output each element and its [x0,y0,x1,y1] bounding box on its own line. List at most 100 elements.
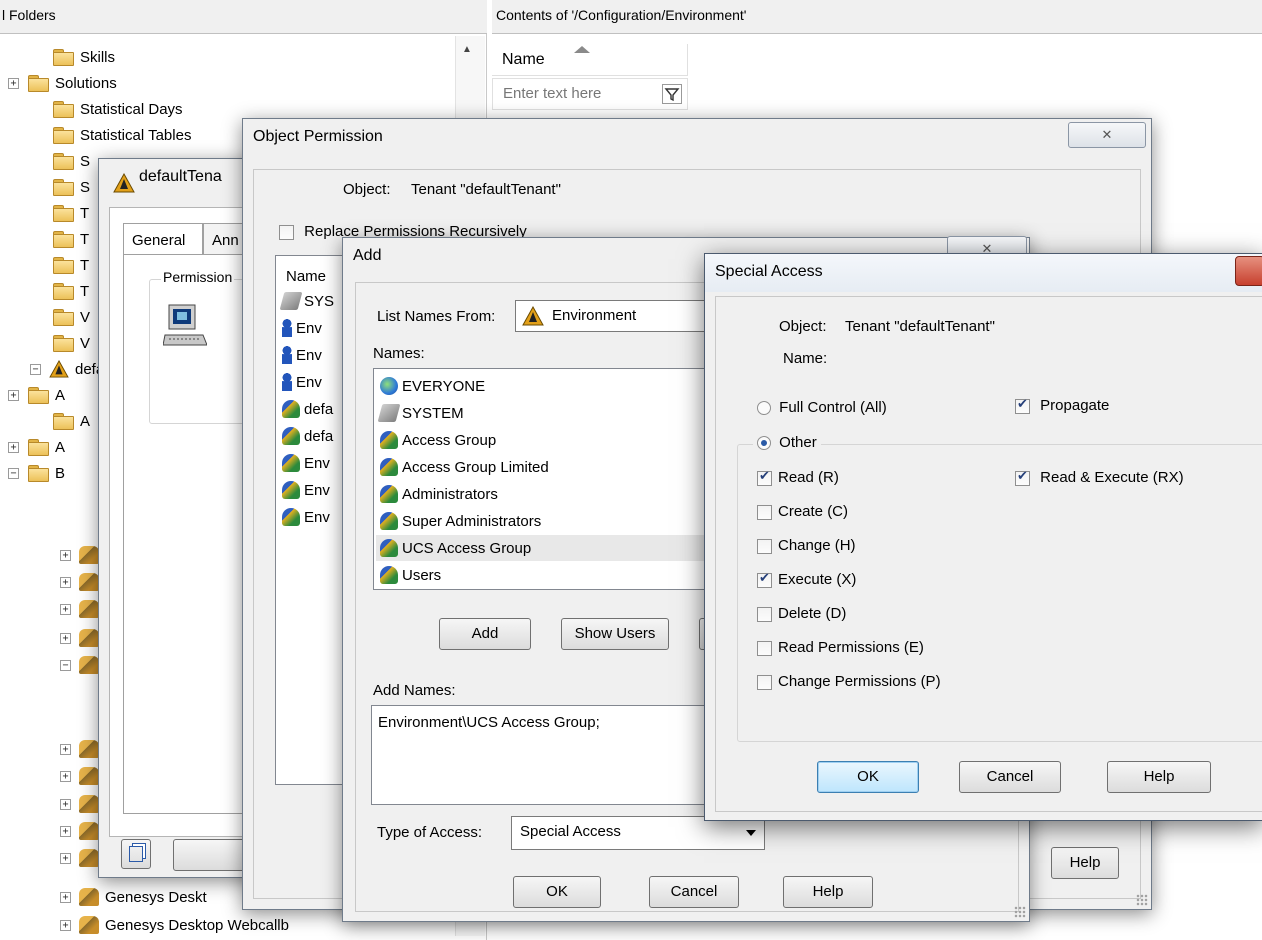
expand-icon[interactable]: + [8,441,19,453]
tree-child-item[interactable]: + Genesys Deskt [60,884,207,910]
tree-item[interactable]: T [52,226,89,252]
read-execute-box[interactable] [1015,469,1030,486]
names-listbox[interactable]: EVERYONE SYSTEM Access Group Access Group L… [373,368,733,590]
full-control-radio[interactable]: Full Control (All) [757,399,887,416]
add-button[interactable]: Add [439,618,531,650]
permission-checkbox-box[interactable] [757,504,772,520]
permission-checkbox[interactable]: Execute (X) [757,571,856,588]
permission-checkbox[interactable]: Change Permissions (P) [757,673,941,690]
expand-icon[interactable]: + [60,919,71,931]
permission-checkbox-box[interactable] [757,571,772,588]
tree-item[interactable]: T [52,278,89,304]
permission-checkbox[interactable]: Read (R) [757,469,839,486]
tenant-copy-button[interactable] [121,839,151,869]
sa-help-button[interactable]: Help [1107,761,1211,793]
expand-icon[interactable]: + [60,632,71,644]
add-help-button[interactable]: Help [783,876,873,908]
tree-child-item[interactable]: + Genesys Desktop Webcallb [60,912,289,938]
permission-list-item[interactable]: Env [282,315,322,341]
tree-item[interactable]: S [52,148,90,174]
tree-item[interactable]: − B [8,460,65,486]
tree-item[interactable]: T [52,252,89,278]
expand-icon[interactable]: + [60,770,71,782]
names-list-item[interactable]: Users [376,562,732,588]
permission-checkbox-box[interactable] [757,469,772,486]
filter-icon[interactable] [662,84,682,104]
expand-icon[interactable]: + [60,798,71,810]
names-list-item[interactable]: Super Administrators [376,508,732,534]
names-list-item[interactable]: SYSTEM [376,400,732,426]
show-users-button[interactable]: Show Users [561,618,669,650]
tree-item[interactable]: Statistical Tables [52,122,191,148]
tree-item[interactable]: V [52,330,90,356]
permission-list-header[interactable]: Name [286,268,326,285]
add-names-textarea[interactable]: Environment\UCS Access Group; [371,705,737,805]
expand-icon[interactable]: + [8,389,19,401]
collapse-icon[interactable]: − [30,363,41,375]
permission-checkbox[interactable]: Change (H) [757,537,856,554]
permission-checkbox[interactable]: Read Permissions (E) [757,639,924,656]
propagate-checkbox[interactable]: Propagate [1015,397,1109,414]
permission-list-item[interactable]: SYS [279,288,334,314]
names-list-item[interactable]: UCS Access Group [376,535,732,561]
special-access-titlebar[interactable]: Special Access [705,254,1262,292]
permission-list-item[interactable]: Env [282,504,330,530]
expand-icon[interactable]: + [60,852,71,864]
expand-icon[interactable]: + [60,549,71,561]
tree-item[interactable]: Statistical Days [52,96,183,122]
add-ok-button[interactable]: OK [513,876,601,908]
add-cancel-button[interactable]: Cancel [649,876,739,908]
tree-item[interactable]: A [52,408,90,434]
permission-checkbox-box[interactable] [757,640,772,656]
expand-icon[interactable]: + [60,603,71,615]
sa-ok-button[interactable]: OK [817,761,919,793]
tree-item[interactable]: + Solutions [8,70,117,96]
names-list-item[interactable]: Access Group Limited [376,454,732,480]
special-access-close-button[interactable] [1235,256,1262,286]
type-of-access-combo[interactable]: Special Access [511,816,765,850]
read-execute-checkbox[interactable]: Read & Execute (RX) [1015,469,1184,486]
other-radio-button[interactable] [757,436,771,451]
tree-item[interactable]: V [52,304,90,330]
sa-cancel-button[interactable]: Cancel [959,761,1061,793]
permission-checkbox-box[interactable] [757,674,772,690]
expand-icon[interactable]: + [60,825,71,837]
op-help-button[interactable]: Help [1051,847,1119,879]
tree-item[interactable]: − defa [30,356,104,382]
replace-recursively-box[interactable] [279,224,294,240]
name-column-header[interactable]: Name [492,44,688,76]
list-names-from-combo[interactable]: Environment [515,300,715,332]
scroll-up-icon[interactable]: ▲ [462,44,472,55]
expand-icon[interactable]: + [60,743,71,755]
object-permission-close-button[interactable]: ✕ [1068,122,1146,148]
other-radio[interactable]: Other [753,434,821,451]
permission-checkbox[interactable]: Delete (D) [757,605,846,622]
permission-list-item[interactable]: defa [282,423,333,449]
object-permission-titlebar[interactable]: Object Permission [243,119,1151,153]
names-list-item[interactable]: Access Group [376,427,732,453]
name-filter-input[interactable]: Enter text here [492,78,688,110]
add-resize-grip[interactable] [1014,906,1026,918]
tree-item[interactable]: Skills [52,44,115,70]
permission-checkbox[interactable]: Create (C) [757,503,848,520]
tree-item[interactable]: S [52,174,90,200]
tree-item[interactable]: + A [8,434,65,460]
tree-item[interactable]: + A [8,382,65,408]
op-resize-grip[interactable] [1136,894,1148,906]
expand-icon[interactable]: + [60,891,71,903]
permission-checkbox-box[interactable] [757,606,772,622]
permission-list-item[interactable]: Env [282,450,330,476]
full-control-radio-button[interactable] [757,401,771,416]
propagate-box[interactable] [1015,397,1030,414]
collapse-icon[interactable]: − [60,659,71,671]
permission-list-item[interactable]: Env [282,369,322,395]
expand-icon[interactable]: + [8,77,19,89]
expand-icon[interactable]: + [60,576,71,588]
names-list-item[interactable]: EVERYONE [376,373,732,399]
collapse-icon[interactable]: − [8,467,19,479]
tree-item[interactable]: T [52,200,89,226]
permission-list-item[interactable]: Env [282,477,330,503]
names-list-item[interactable]: Administrators [376,481,732,507]
permission-list-item[interactable]: defa [282,396,333,422]
tab-general[interactable]: General [123,223,203,255]
